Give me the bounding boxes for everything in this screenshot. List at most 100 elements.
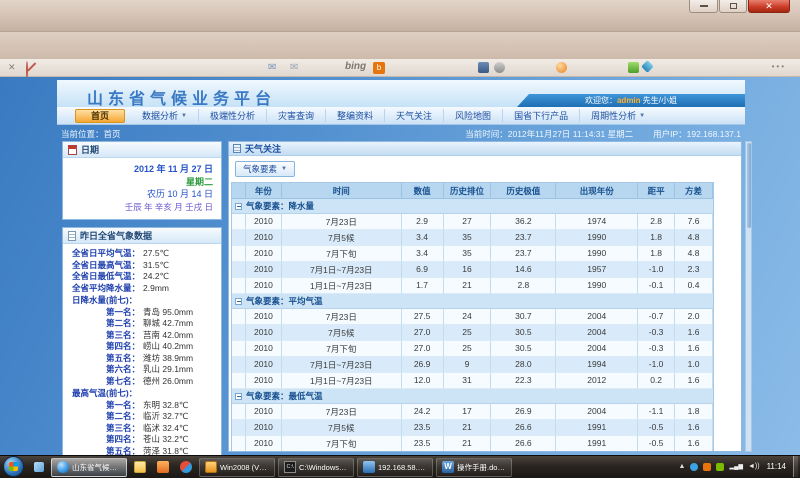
- menu-item-6[interactable]: 天气关注: [384, 109, 443, 122]
- table-cell: 2004: [556, 309, 638, 325]
- page-scrollbar[interactable]: [745, 141, 752, 452]
- table-group-row[interactable]: 气象要素：平均气温: [232, 294, 713, 309]
- volume-icon[interactable]: ◄)): [748, 463, 760, 470]
- network-icon[interactable]: ▂▄▆: [729, 463, 742, 470]
- window-minimize-button[interactable]: [689, 0, 718, 13]
- main-menu: 首页数据分析▼极端性分析灾害查询整编资料天气关注风险地图国省下行产品周期性分析▼: [57, 107, 745, 125]
- taskbar-button-ie[interactable]: 山东省气候业...: [51, 458, 127, 477]
- stat-line: 全省日最低气温：24.2℃: [66, 271, 218, 283]
- tray-app-icon[interactable]: [703, 463, 711, 471]
- menu-item-4[interactable]: 灾害查询: [266, 109, 325, 122]
- element-button-label: 气象要素: [243, 163, 277, 175]
- mail-icon[interactable]: ✉: [268, 62, 276, 73]
- taskbar-button-folder[interactable]: [130, 458, 150, 477]
- menu-item-2[interactable]: 数据分析▼: [131, 109, 198, 122]
- chevron-down-icon: ▼: [639, 113, 645, 119]
- scrollbar-thumb[interactable]: [747, 143, 751, 228]
- clock[interactable]: 11:14: [765, 462, 788, 471]
- table-cell: 7月23日: [282, 309, 402, 325]
- rank-label: 第三名：: [106, 423, 140, 433]
- table-row[interactable]: 20107月5候3.43523.719901.84.8: [232, 230, 713, 246]
- menu-item-7[interactable]: 风险地图: [443, 109, 502, 122]
- tray-app-icon[interactable]: [690, 463, 698, 471]
- table-header-cell[interactable]: 距平: [638, 183, 675, 199]
- bottom-margin: [0, 478, 800, 500]
- rank-value: 潍坊 38.9mm: [143, 353, 193, 363]
- table-header-row: 年份时间数值历史排位历史极值出现年份距平方差: [232, 183, 713, 199]
- favorite-site-icon[interactable]: [556, 62, 567, 73]
- table-header-cell[interactable]: 方差: [675, 183, 713, 199]
- table-header-cell[interactable]: 历史排位: [444, 183, 492, 199]
- element-dropdown-button[interactable]: 气象要素 ▼: [235, 161, 295, 177]
- table-row[interactable]: 20107月5候23.52126.61991-0.51.6: [232, 420, 713, 436]
- user-ip: 用户IP：192.168.137.1: [653, 128, 741, 140]
- taskbar-button-vm[interactable]: Win2008 (VS2...: [199, 458, 275, 477]
- taskbar-button-word[interactable]: 操作手册.docx ...: [436, 458, 512, 477]
- table-cell: 2010: [246, 436, 282, 452]
- stat-line: 全省日平均气温：27.5℃: [66, 248, 218, 260]
- menu-item-3[interactable]: 极端性分析: [198, 109, 266, 122]
- chevron-down-icon: ▼: [281, 166, 287, 172]
- table-row[interactable]: 20101月1日~7月23日1.7212.81990-0.10.4: [232, 278, 713, 294]
- menu-item-5[interactable]: 整编资料: [325, 109, 384, 122]
- hidden-icons-arrow[interactable]: ▲: [679, 463, 686, 470]
- menu-item-9[interactable]: 周期性分析▼: [579, 109, 656, 122]
- favorite-site-icon[interactable]: [478, 62, 489, 73]
- table-row[interactable]: 20107月23日24.21726.92004-1.11.8: [232, 404, 713, 420]
- table-row[interactable]: 20107月下旬3.43523.719901.84.8: [232, 246, 713, 262]
- table-group-label: 气象要素：降水量: [246, 200, 314, 212]
- table-header-cell[interactable]: 历史极值: [491, 183, 556, 199]
- table-cell: 1.6: [675, 341, 713, 357]
- table-header-cell[interactable]: 年份: [246, 183, 282, 199]
- table-row[interactable]: 20107月下旬23.52126.61991-0.51.6: [232, 436, 713, 452]
- window-maximize-button[interactable]: [719, 0, 747, 13]
- table-group-row[interactable]: 气象要素：最低气温: [232, 389, 713, 404]
- table-cell: 1.6: [675, 420, 713, 436]
- table-row[interactable]: 20107月23日27.52430.72004-0.72.0: [232, 309, 713, 325]
- maximize-icon: [730, 3, 737, 9]
- table-row[interactable]: 20101月1日~7月23日12.03122.320120.21.6: [232, 373, 713, 389]
- collapse-icon[interactable]: [235, 393, 242, 400]
- table-cell: 24: [444, 309, 492, 325]
- rank-label: 第七名：: [106, 376, 140, 386]
- table-group-row[interactable]: 气象要素：降水量: [232, 199, 713, 214]
- start-button[interactable]: [3, 456, 24, 477]
- taskbar-button-cmd[interactable]: C:\Windows\s...: [278, 458, 354, 477]
- table-header-cell[interactable]: 数值: [402, 183, 444, 199]
- favorite-site-icon[interactable]: [641, 60, 654, 73]
- rank-value: 临沭 32.4℃: [143, 423, 188, 433]
- mail-icon[interactable]: ✉: [290, 62, 298, 73]
- taskbar-button-remote[interactable]: 192.168.58.99...: [357, 458, 433, 477]
- table-row[interactable]: 20107月下旬27.02530.52004-0.31.6: [232, 341, 713, 357]
- taskbar-button-gadget[interactable]: [30, 458, 48, 477]
- table-row[interactable]: 20107月5候27.02530.52004-0.31.6: [232, 325, 713, 341]
- table-cell: 1.0: [675, 357, 713, 373]
- show-desktop-button[interactable]: [793, 456, 798, 477]
- table-cell: 7月下旬: [282, 341, 402, 357]
- collapse-icon[interactable]: [235, 298, 242, 305]
- tray-app-icon[interactable]: [716, 463, 724, 471]
- stat-label: 全省日最低气温：: [72, 271, 140, 281]
- window-close-button[interactable]: ✕: [748, 0, 790, 13]
- close-icon[interactable]: ✕: [8, 62, 16, 73]
- bing-box-icon[interactable]: b: [373, 62, 385, 74]
- window-titlebar: ✕: [0, 0, 800, 32]
- menu-item-label: 整编资料: [337, 109, 373, 122]
- table-header-cell[interactable]: 出现年份: [556, 183, 638, 199]
- menu-item-1[interactable]: 首页: [75, 109, 125, 123]
- taskbar-button-browser[interactable]: [176, 458, 196, 477]
- table-cell: 14.6: [491, 262, 556, 278]
- menu-item-8[interactable]: 国省下行产品: [502, 109, 579, 122]
- collapse-icon[interactable]: [235, 203, 242, 210]
- table-row[interactable]: 20107月23日2.92736.219742.87.6: [232, 214, 713, 230]
- bing-logo[interactable]: bing: [345, 61, 366, 72]
- table-row[interactable]: 20107月1日~7月23日26.9928.01994-1.01.0: [232, 357, 713, 373]
- more-dots-icon[interactable]: •••: [772, 62, 786, 71]
- rank-item: 第一名：青岛 95.0mm: [66, 307, 218, 319]
- favorite-site-icon[interactable]: [628, 62, 639, 73]
- lunar-date: 农历 10 月 14 日: [71, 188, 213, 201]
- taskbar-button-media[interactable]: [153, 458, 173, 477]
- table-header-cell[interactable]: 时间: [282, 183, 402, 199]
- table-row[interactable]: 20107月1日~7月23日6.91614.61957-1.02.3: [232, 262, 713, 278]
- favorite-site-icon[interactable]: [494, 62, 505, 73]
